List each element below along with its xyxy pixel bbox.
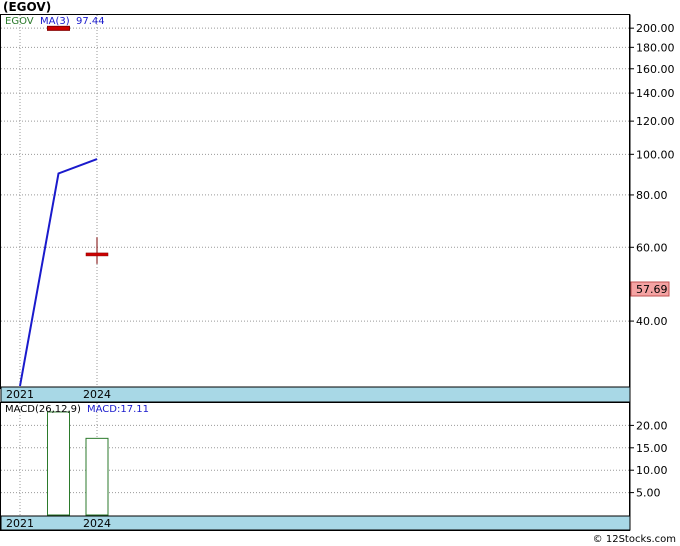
macd-x-label: 2024 <box>83 517 111 530</box>
chart-title: (EGOV) <box>3 0 51 14</box>
price-panel <box>0 14 630 389</box>
price-y-tick-label: 80.00 <box>636 189 668 202</box>
macd-x-label: 2021 <box>6 517 34 530</box>
stock-chart: (EGOV) 200.00 180.00 160.00 140.00 120.00 100… <box>0 0 676 545</box>
macd-y-tick-label: 5.00 <box>636 487 661 500</box>
last-price-label: 57.69 <box>636 283 668 296</box>
macd-y-tick-label: 15.00 <box>636 442 668 455</box>
macd-legend-value: MACD:17.11 <box>87 404 149 415</box>
price-y-tick-label: 140.00 <box>636 87 675 100</box>
macd-bar <box>47 411 70 516</box>
macd-bar <box>85 437 109 516</box>
site-credit: © 12Stocks.com <box>593 534 676 545</box>
price-x-label: 2021 <box>6 388 34 401</box>
macd-legend-label: MACD(26,12,9) <box>5 404 81 415</box>
legend-ma-label: MA(3) <box>40 16 70 27</box>
price-y-tick-label: 200.00 <box>636 22 675 35</box>
macd-y-axis: 20.00 15.00 10.00 5.00 <box>630 419 668 500</box>
legend-symbol: EGOV <box>5 16 34 27</box>
price-y-tick-label: 120.00 <box>636 115 675 128</box>
price-y-tick-label: 100.00 <box>636 148 675 161</box>
macd-y-tick-label: 20.00 <box>636 419 668 432</box>
price-y-tick-label: 180.00 <box>636 41 675 54</box>
legend-ma-value: 97.44 <box>76 16 105 27</box>
price-y-tick-label: 160.00 <box>636 63 675 76</box>
macd-y-tick-label: 10.00 <box>636 464 668 477</box>
price-x-label: 2024 <box>83 388 111 401</box>
price-y-tick-label: 40.00 <box>636 315 668 328</box>
price-y-tick-label: 60.00 <box>636 241 668 254</box>
price-bar <box>85 252 109 257</box>
